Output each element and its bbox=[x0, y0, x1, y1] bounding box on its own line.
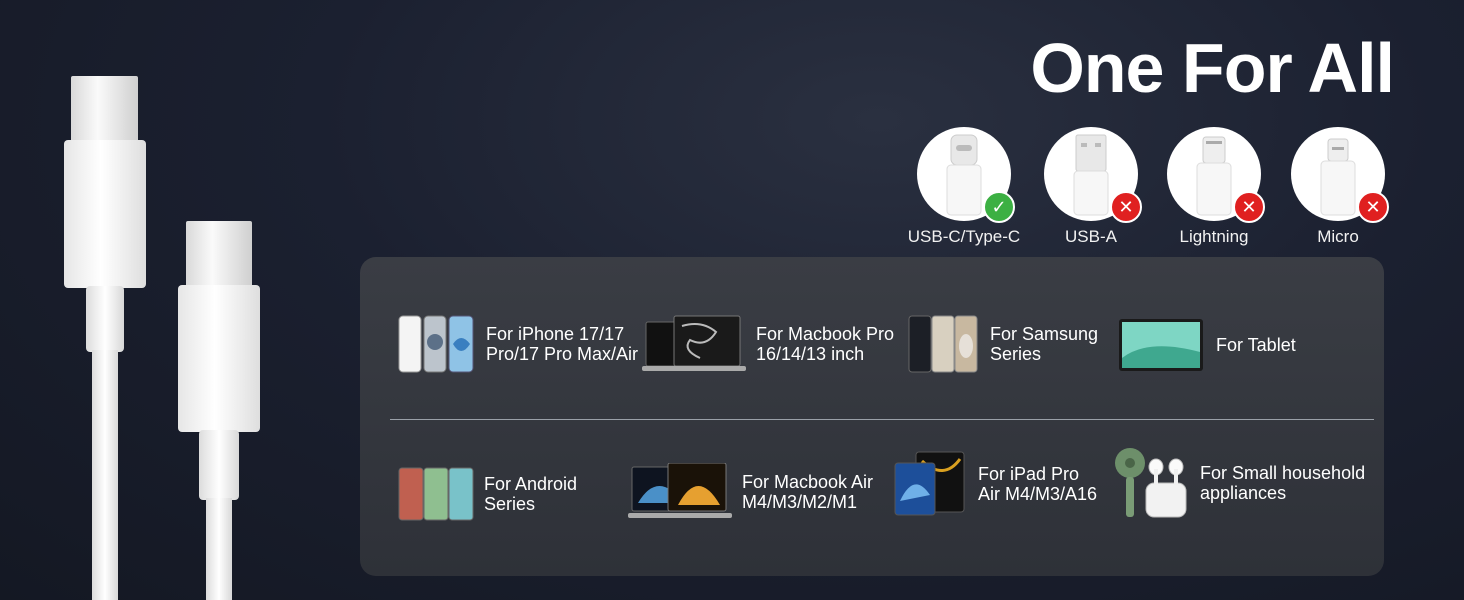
left-plug-body bbox=[64, 140, 146, 288]
connector-micro: ✕ Micro bbox=[1273, 127, 1403, 247]
device-macbook-air: For Macbook Air M4/M3/M2/M1 bbox=[628, 462, 874, 521]
left-plug-neck bbox=[86, 286, 124, 352]
device-android: For Android Series bbox=[398, 466, 577, 522]
connector-label: Lightning bbox=[1179, 227, 1249, 246]
device-label: For iPhone 17/17 Pro/17 Pro Max/Air bbox=[486, 324, 639, 364]
row-divider bbox=[390, 419, 1374, 420]
usb-c-icon: ✓ bbox=[917, 127, 1015, 223]
usb-a-icon: ✕ bbox=[1044, 127, 1142, 223]
device-iphone: For iPhone 17/17 Pro/17 Pro Max/Air bbox=[398, 314, 638, 374]
device-small-appliances: For Small household appliances bbox=[1112, 447, 1365, 519]
right-wire bbox=[206, 498, 232, 600]
device-ipad: For iPad Pro Air M4/M3/A16 bbox=[894, 451, 1097, 517]
compatibility-panel: For iPhone 17/17 Pro/17 Pro Max/Air For … bbox=[360, 257, 1384, 576]
device-tablet: For Tablet bbox=[1118, 318, 1296, 372]
cross-icon: ✕ bbox=[1357, 191, 1389, 223]
right-plug-tip bbox=[186, 221, 252, 287]
device-label: For Android Series bbox=[484, 474, 578, 514]
device-label: For iPad Pro Air M4/M3/A16 bbox=[978, 464, 1098, 504]
check-icon: ✓ bbox=[983, 191, 1015, 223]
ipad-icon bbox=[894, 451, 966, 517]
lightning-icon: ✕ bbox=[1167, 127, 1265, 223]
macbook-pro-icon bbox=[642, 314, 746, 374]
connector-usb-a: ✕ USB-A bbox=[1026, 127, 1156, 247]
fan-earbuds-icon bbox=[1112, 447, 1190, 519]
samsung-phone-icon bbox=[908, 314, 980, 374]
device-label: For Tablet bbox=[1216, 335, 1296, 355]
device-label: For Macbook Air M4/M3/M2/M1 bbox=[742, 472, 874, 512]
connector-lightning: ✕ Lightning bbox=[1149, 127, 1279, 247]
connector-label: Micro bbox=[1317, 227, 1359, 246]
left-wire bbox=[92, 350, 118, 600]
page-title: One For All bbox=[1030, 29, 1395, 107]
cross-icon: ✕ bbox=[1110, 191, 1142, 223]
device-label: For Samsung Series bbox=[990, 324, 1099, 364]
macbook-air-icon bbox=[628, 462, 732, 521]
android-phone-icon bbox=[398, 466, 474, 522]
tablet-icon bbox=[1118, 318, 1204, 372]
device-samsung: For Samsung Series bbox=[908, 314, 1098, 374]
cross-icon: ✕ bbox=[1233, 191, 1265, 223]
connector-usb-c: ✓ USB-C/Type-C bbox=[899, 127, 1029, 247]
right-plug-body bbox=[178, 285, 260, 432]
device-label: For Macbook Pro 16/14/13 inch bbox=[756, 324, 895, 364]
left-plug-tip bbox=[71, 76, 138, 142]
connector-label: USB-C/Type-C bbox=[907, 227, 1021, 246]
device-macbook-pro: For Macbook Pro 16/14/13 inch bbox=[642, 314, 894, 374]
iphone-icon bbox=[398, 314, 476, 374]
connector-label: USB-A bbox=[1065, 227, 1117, 246]
right-plug-neck bbox=[199, 430, 239, 500]
device-label: For Small household appliances bbox=[1200, 463, 1366, 503]
micro-usb-icon: ✕ bbox=[1291, 127, 1389, 223]
